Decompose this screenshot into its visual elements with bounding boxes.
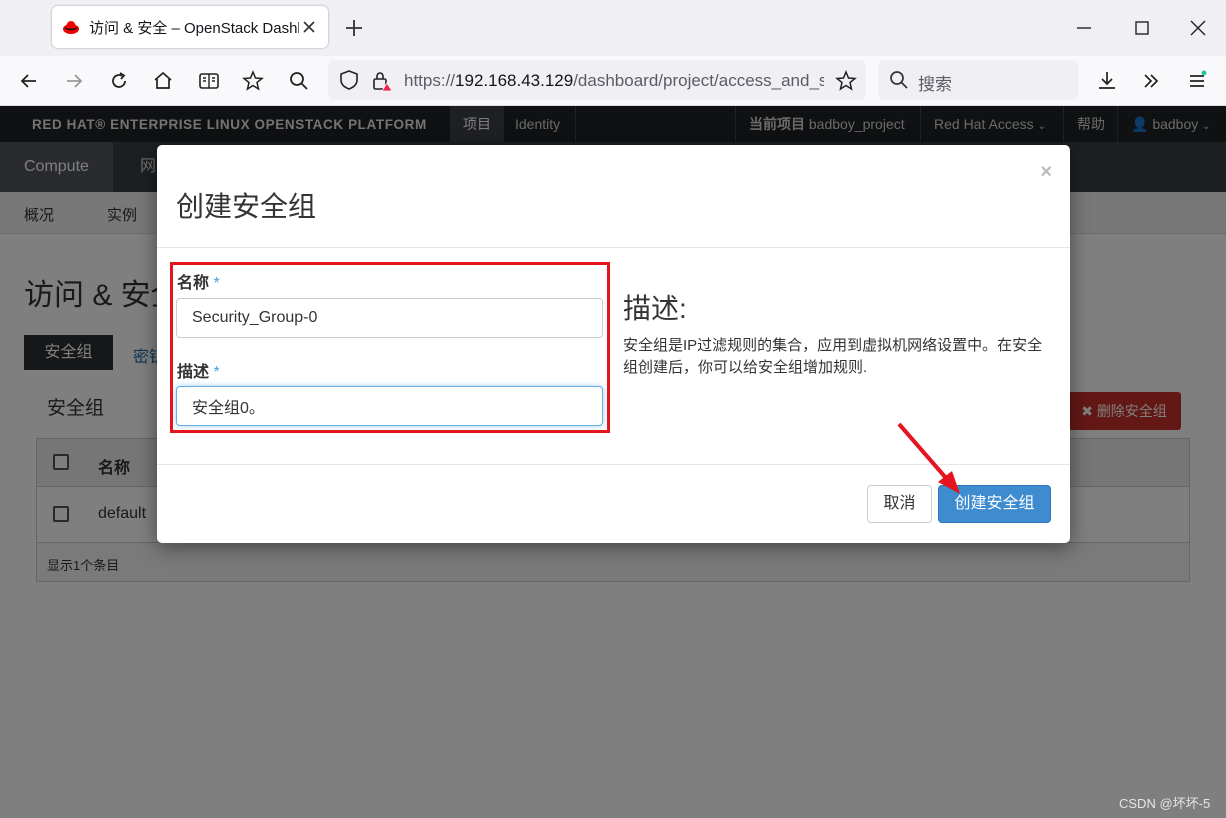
maximize-icon[interactable] (1130, 16, 1154, 40)
new-tab-icon[interactable] (342, 16, 366, 40)
search-placeholder: 搜索 (918, 75, 952, 94)
close-icon[interactable]: × (1040, 161, 1052, 184)
modal-title: 创建安全组 (176, 191, 317, 222)
reload-icon[interactable] (106, 68, 132, 94)
create-security-group-button[interactable]: 创建安全组 (938, 485, 1051, 523)
annotation-highlight-box (170, 262, 610, 433)
url-text[interactable]: https://192.168.43.129/dashboard/project… (404, 71, 824, 91)
url-scheme: https:// (404, 71, 456, 90)
forward-icon[interactable] (61, 68, 87, 94)
lock-warning-icon[interactable] (370, 69, 394, 93)
search-icon[interactable] (286, 68, 312, 94)
window-close-icon[interactable] (1186, 16, 1210, 40)
minimize-icon[interactable] (1072, 16, 1096, 40)
search-icon (890, 71, 908, 89)
bookmark-add-icon[interactable] (240, 68, 266, 94)
browser-tab-title: 访问 & 安全 – OpenStack Dashboard (89, 19, 299, 37)
help-text: 安全组是IP过滤规则的集合，应用到虚拟机网络设置中。在安全组创建后，你可以给安全… (623, 337, 1043, 376)
watermark: CSDN @坏坏-5 (1119, 796, 1211, 811)
url-bar[interactable]: https://192.168.43.129/dashboard/project… (328, 60, 866, 100)
cancel-button[interactable]: 取消 (867, 485, 932, 523)
browser-tabstrip: 访问 & 安全 – OpenStack Dashboard (0, 0, 1226, 56)
back-icon[interactable] (16, 68, 42, 94)
menu-icon[interactable] (1184, 68, 1210, 94)
overflow-chevrons-icon[interactable] (1138, 68, 1164, 94)
browser-toolbar: https://192.168.43.129/dashboard/project… (0, 56, 1226, 106)
modal-header: 创建安全组 × (157, 145, 1070, 248)
downloads-icon[interactable] (1094, 68, 1120, 94)
shield-icon[interactable] (338, 69, 360, 91)
star-bookmark-icon[interactable] (834, 69, 858, 93)
home-icon[interactable] (150, 68, 176, 94)
browser-tab[interactable]: 访问 & 安全 – OpenStack Dashboard (52, 6, 328, 48)
modal-footer-divider (157, 464, 1070, 465)
help-heading: 描述: (623, 293, 687, 324)
redhat-favicon-icon (63, 21, 79, 34)
close-tab-icon[interactable] (300, 18, 318, 36)
url-host: 192.168.43.129 (455, 71, 574, 90)
search-bar[interactable]: 搜索 (878, 60, 1078, 100)
url-path: /dashboard/project/access_and_security/ (573, 71, 824, 90)
reader-view-icon[interactable] (196, 68, 222, 94)
